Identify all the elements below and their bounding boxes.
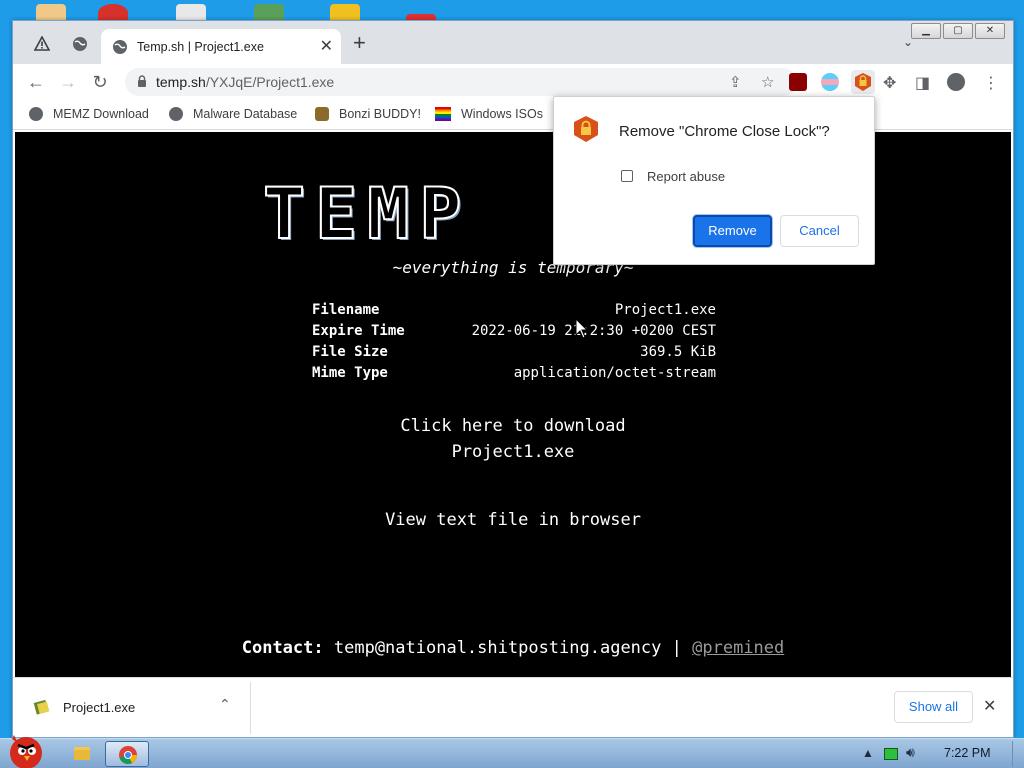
info-value: application/octet-stream (513, 365, 716, 381)
windows-flag-icon (435, 107, 451, 121)
puzzle-extensions-icon[interactable]: ✥ (883, 73, 896, 93)
info-row: Filename Project1.exe (312, 302, 716, 323)
globe-icon (111, 38, 129, 56)
dialog-title: Remove "Chrome Close Lock"? (619, 123, 830, 140)
remove-button[interactable]: Remove (693, 215, 772, 247)
new-tab-button[interactable]: + (353, 32, 366, 54)
twitter-handle-link[interactable]: @premined (692, 638, 784, 658)
bookmark-label: Windows ISOs (461, 107, 543, 121)
back-button[interactable]: ← (25, 71, 47, 93)
lock-icon[interactable] (137, 75, 147, 88)
url-text: temp.sh/YXJqE/Project1.exe (156, 74, 335, 90)
browser-window: Temp.sh | Project1.exe ✕ + ⌄ ▁ ▢ ✕ ← → ↻… (12, 20, 1014, 738)
side-panel-icon[interactable]: ◨ (915, 73, 930, 93)
taskbar-chrome-button[interactable] (105, 741, 149, 767)
contact-line: Contact: temp@national.shitposting.agenc… (15, 638, 1011, 658)
file-info-table: Filename Project1.exe Expire Time 2022-06-… (312, 302, 716, 386)
star-icon[interactable]: ☆ (761, 73, 774, 91)
exe-file-icon (33, 699, 50, 715)
mouse-cursor-icon (575, 318, 589, 339)
taskbar: ▲ 🔊︎ 7:22 PM (0, 735, 1024, 768)
info-key: Filename (312, 302, 380, 318)
lock-extension-icon[interactable] (851, 70, 875, 94)
divider (250, 682, 251, 734)
close-tab-icon[interactable]: ✕ (320, 36, 333, 56)
bonzi-icon (315, 107, 329, 121)
bookmark-label: Bonzi BUDDY! (339, 107, 421, 121)
bookmark-label: MEMZ Download (53, 107, 149, 121)
profile-avatar-icon[interactable] (947, 73, 965, 91)
remove-extension-dialog: Remove "Chrome Close Lock"? Report abuse… (553, 96, 875, 265)
lock-extension-icon (574, 116, 598, 142)
show-desktop-button[interactable] (1012, 741, 1024, 767)
window-controls: ▁ ▢ ✕ (909, 23, 1005, 39)
bookmark-item[interactable]: Malware Database (169, 107, 297, 121)
info-row: Expire Time 2022-06-19 21:2:30 +0200 CEST (312, 323, 716, 344)
address-bar[interactable]: temp.sh/YXJqE/Project1.exe ⇪ ☆ (125, 68, 797, 96)
info-key: Mime Type (312, 365, 388, 381)
report-abuse-label[interactable]: Report abuse (647, 169, 725, 184)
view-in-browser-link[interactable]: View text file in browser (15, 510, 1011, 530)
show-all-button[interactable]: Show all (894, 691, 973, 723)
minimize-button[interactable]: ▁ (911, 23, 941, 39)
bookmark-item[interactable]: Windows ISOs (435, 107, 543, 121)
report-abuse-checkbox[interactable] (621, 170, 633, 182)
toolbar: ← → ↻ temp.sh/YXJqE/Project1.exe ⇪ ☆ ✥ ◨… (13, 64, 1013, 100)
download-link[interactable]: Click here to download Project1.exe (15, 413, 1011, 465)
close-icon[interactable]: ✕ (983, 696, 996, 716)
cancel-button[interactable]: Cancel (780, 215, 859, 247)
tab-title: Temp.sh | Project1.exe (137, 40, 264, 54)
site-logo: TEMP (262, 172, 472, 256)
forward-button[interactable]: → (57, 71, 79, 93)
reload-button[interactable]: ↻ (89, 71, 111, 93)
globe-tab-icon[interactable] (71, 35, 89, 53)
angry-bird-start-icon[interactable] (2, 729, 48, 768)
tab-active[interactable]: Temp.sh | Project1.exe ✕ (101, 29, 341, 64)
info-value: Project1.exe (614, 302, 716, 318)
tray-expand-icon[interactable]: ▲ (862, 746, 874, 760)
flag-extension-icon[interactable] (821, 73, 839, 91)
info-value: 2022-06-19 21:2:30 +0200 CEST (471, 323, 716, 339)
contact-email[interactable]: temp@national.shitposting.agency (334, 638, 662, 658)
info-value: 369.5 KiB (640, 344, 716, 360)
share-icon[interactable]: ⇪ (729, 73, 742, 91)
desktop-background (0, 0, 1024, 22)
chrome-icon (119, 746, 137, 764)
chevron-up-icon[interactable]: ⌃ (219, 696, 231, 713)
download-file-name[interactable]: Project1.exe (63, 700, 135, 715)
info-row: File Size 369.5 KiB (312, 344, 716, 365)
tab-strip: Temp.sh | Project1.exe ✕ + ⌄ ▁ ▢ ✕ (13, 21, 1013, 64)
contact-separator: | (671, 638, 682, 658)
close-window-button[interactable]: ✕ (975, 23, 1005, 39)
clock[interactable]: 7:22 PM (944, 746, 991, 760)
menu-kebab-icon[interactable]: ⋮ (983, 73, 999, 93)
globe-icon (29, 107, 43, 121)
download-link-filename: Project1.exe (451, 442, 575, 462)
bookmark-item[interactable]: MEMZ Download (29, 107, 149, 121)
network-icon[interactable] (884, 748, 898, 760)
volume-icon[interactable]: 🔊︎ (906, 744, 915, 761)
globe-icon (169, 107, 183, 121)
bookmark-label: Malware Database (193, 107, 298, 121)
maximize-button[interactable]: ▢ (943, 23, 973, 39)
download-shelf: Project1.exe ⌃ Show all ✕ (13, 677, 1013, 737)
warning-icon[interactable] (33, 35, 51, 53)
bookmark-item[interactable]: Bonzi BUDDY! (315, 107, 421, 121)
info-row: Mime Type application/octet-stream (312, 365, 716, 386)
taskbar-explorer-button[interactable] (60, 741, 104, 767)
ublock-extension-icon[interactable] (789, 73, 807, 91)
info-key: File Size (312, 344, 388, 360)
contact-label: Contact: (241, 638, 324, 658)
download-link-text: Click here to download (400, 416, 626, 436)
info-key: Expire Time (312, 323, 405, 339)
